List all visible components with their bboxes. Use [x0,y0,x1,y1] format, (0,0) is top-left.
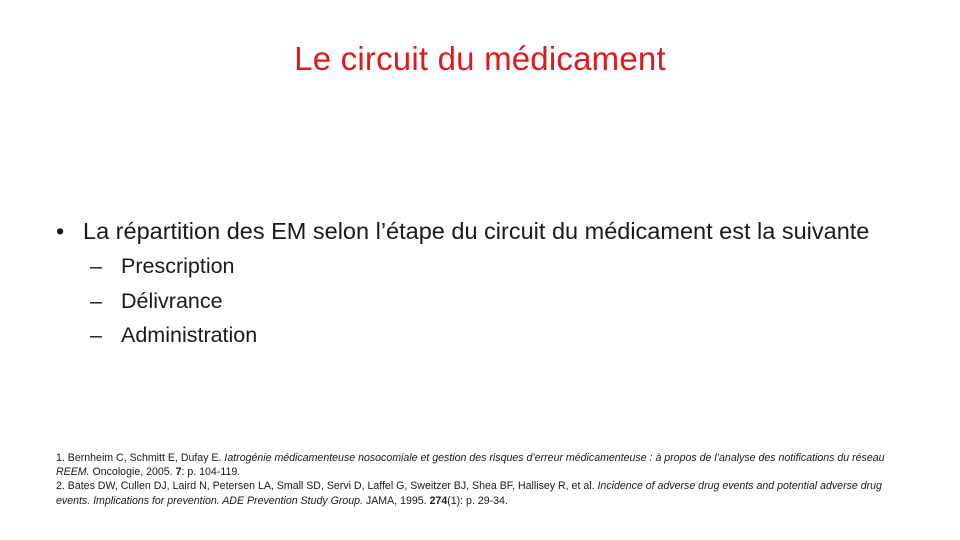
reference-journal: JAMA, 1995. [362,494,430,507]
dash-marker: – [90,288,102,313]
reference-pages: (1): p. 29-34. [447,494,508,507]
reference-journal: Oncologie, 2005. [89,466,176,479]
reference-volume: 274 [429,494,448,507]
slide-title: Le circuit du médicament [294,40,666,77]
reference-1: 1. Bernheim C, Schmitt E, Dufay E. Iatro… [56,451,896,479]
slide-body: • La répartition des EM selon l’étape du… [56,214,916,353]
reference-pages: : p. 104-119. [181,466,241,479]
dash-marker: – [90,323,102,347]
sub-item-administration: – Administration [56,318,916,353]
sub-item-label: Prescription [121,254,235,278]
main-bullet-text: La répartition des EM selon l’étape du c… [83,218,870,244]
sub-item-label: Délivrance [121,288,223,313]
reference-2: 2. Bates DW, Cullen DJ, Laird N, Peterse… [56,479,896,507]
sub-item-prescription: – Prescription [56,249,916,284]
reference-authors: 1. Bernheim C, Schmitt E, Dufay E. [56,452,225,464]
references: 1. Bernheim C, Schmitt E, Dufay E. Iatro… [56,451,896,508]
sub-item-label: Administration [121,323,258,347]
dash-marker: – [90,254,102,278]
sub-list: – Prescription – Délivrance – Administra… [56,249,916,353]
main-bullet: • La répartition des EM selon l’étape du… [56,214,916,248]
sub-item-delivrance: – Délivrance [56,284,916,319]
reference-authors: 2. Bates DW, Cullen DJ, Laird N, Peterse… [56,480,598,493]
bullet-marker: • [56,218,65,244]
